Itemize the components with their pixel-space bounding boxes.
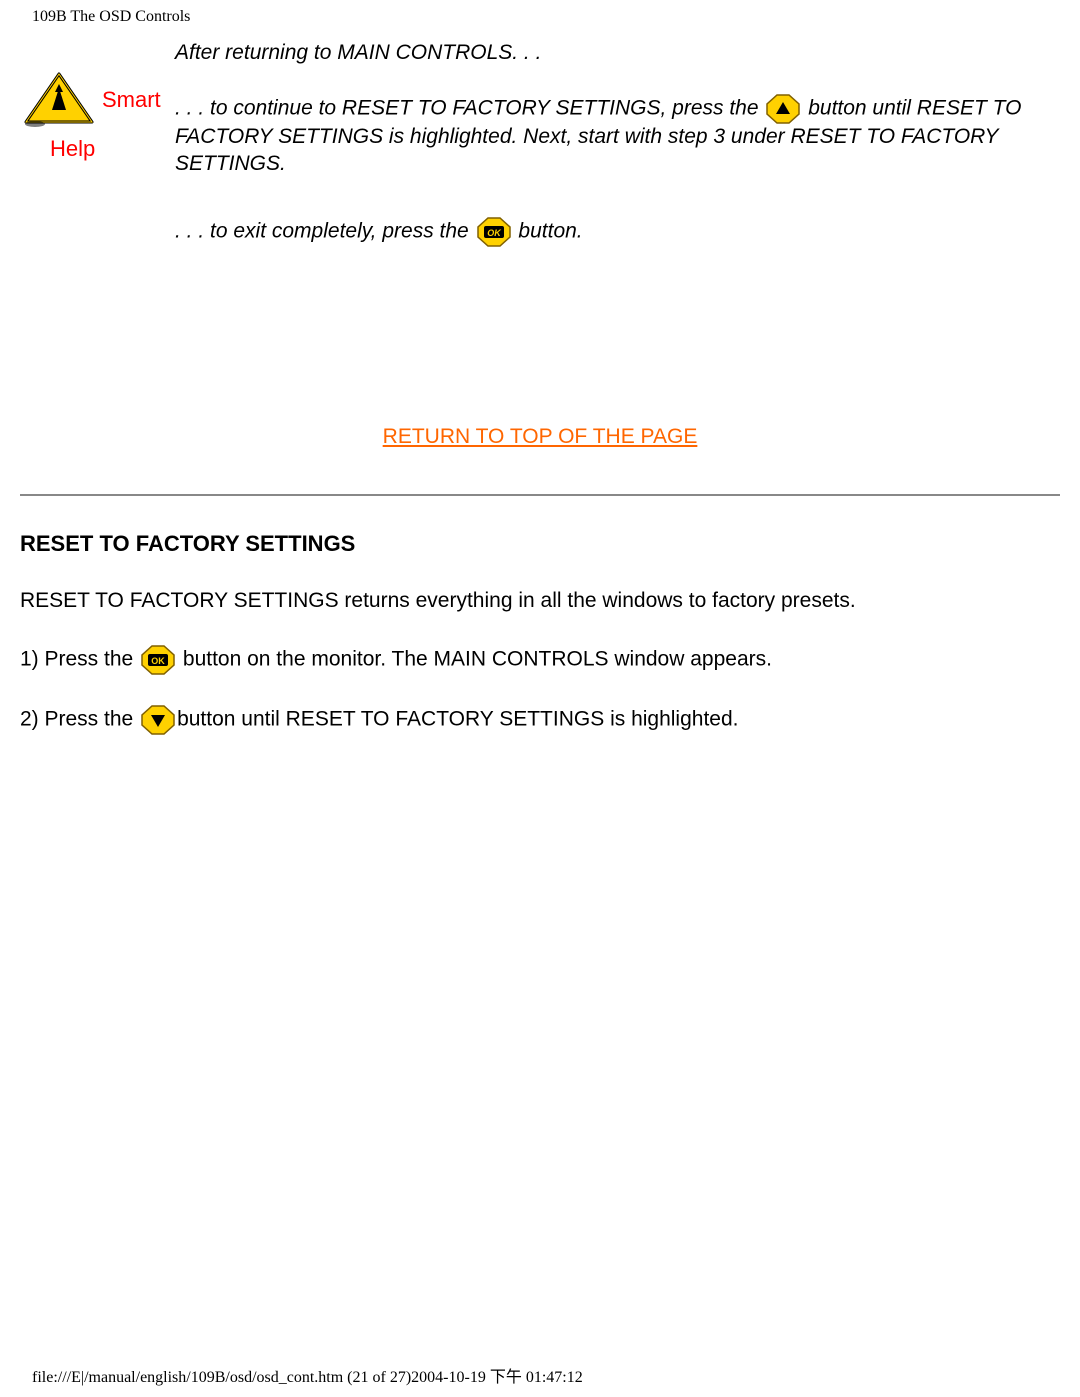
p3-text-b: button. [518,219,582,242]
p3-text-a: . . . to exit completely, press the [175,219,469,242]
paragraph-2: . . . to continue to RESET TO FACTORY SE… [175,94,1060,177]
section-heading: RESET TO FACTORY SETTINGS [20,531,1060,557]
p2-text-a: . . . to continue to RESET TO FACTORY SE… [175,97,764,120]
step1-text-b: button on the monitor. The MAIN CONTROLS… [177,648,772,671]
help-label: Help [20,136,175,162]
page-footer: file:///E|/manual/english/109B/osd/osd_c… [32,1363,583,1387]
ok-button-icon: OK [477,217,511,247]
step1-text-a: 1) Press the [20,648,139,671]
section-intro: RESET TO FACTORY SETTINGS returns everyt… [20,587,1060,615]
return-to-top-link-container: RETURN TO TOP OF THE PAGE [20,425,1060,449]
svg-text:OK: OK [151,656,165,666]
page-header: 109B The OSD Controls [32,8,190,26]
step2-text-a: 2) Press the [20,708,139,731]
paragraph-3: . . . to exit completely, press the OK b… [175,217,1060,247]
step2-text-b: button until RESET TO FACTORY SETTINGS i… [177,708,738,731]
smart-help-column: Smart Help [20,40,175,162]
down-arrow-button-icon [141,705,175,735]
svg-text:OK: OK [487,228,502,238]
top-section: Smart Help After returning to MAIN CONTR… [20,40,1060,275]
up-arrow-button-icon [766,94,800,124]
ok-button-icon: OK [141,645,175,675]
body-column: After returning to MAIN CONTROLS. . . . … [175,40,1060,275]
step-2: 2) Press the button until RESET TO FACTO… [20,705,1060,735]
return-to-top-link[interactable]: RETURN TO TOP OF THE PAGE [383,425,698,448]
content: Smart Help After returning to MAIN CONTR… [20,40,1060,765]
step-1: 1) Press the OK button on the monitor. T… [20,645,1060,675]
smart-label: Smart [102,87,161,113]
divider [20,494,1060,496]
paragraph-1: After returning to MAIN CONTROLS. . . [175,40,1060,66]
warning-triangle-icon [20,70,98,130]
